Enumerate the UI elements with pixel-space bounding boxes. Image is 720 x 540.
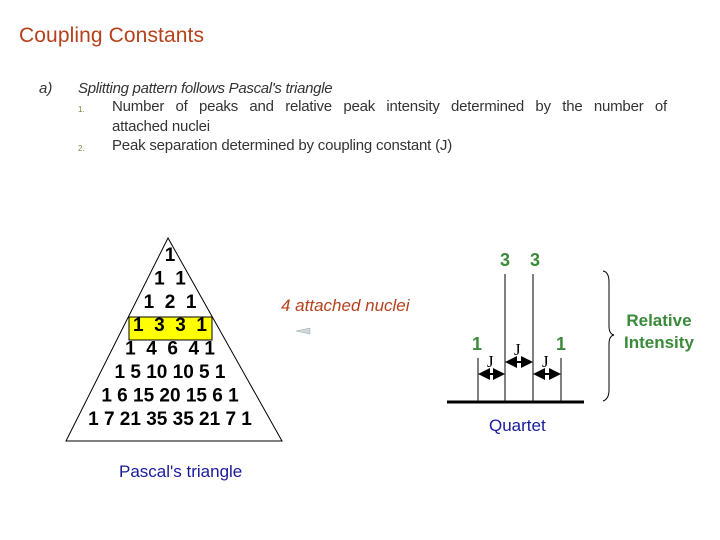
relative-intensity-line2: Intensity xyxy=(624,333,694,352)
relative-intensity-label: Relative Intensity xyxy=(624,310,694,354)
pointer-arrow-icon xyxy=(295,327,311,335)
pascal-row-5: 1 4 6 4 1 xyxy=(125,339,215,360)
j-label-2: J xyxy=(514,340,521,359)
pascal-row-3: 1 2 1 xyxy=(144,292,197,313)
j-label-3: J xyxy=(542,352,549,371)
pascal-row-1: 1 xyxy=(165,245,176,266)
peak-label-3: 3 xyxy=(530,250,540,270)
peak-label-4: 1 xyxy=(556,334,566,354)
pascal-row-6: 1 5 10 10 5 1 xyxy=(115,362,226,383)
pascal-caption: Pascal's triangle xyxy=(119,462,243,481)
quartet-caption: Quartet xyxy=(489,416,546,435)
pascal-row-8: 1 7 21 35 35 21 7 1 xyxy=(88,409,252,430)
relative-intensity-line1: Relative xyxy=(626,311,692,330)
peak-label-1: 1 xyxy=(472,334,482,354)
pascal-row-4: 1 3 3 1 xyxy=(133,315,207,336)
brace-icon xyxy=(602,270,615,402)
diagram-canvas: 11 11 2 11 3 3 11 4 6 4 11 5 10 10 5 11 … xyxy=(65,236,615,442)
peak-label-2: 3 xyxy=(500,250,510,270)
pascal-row-2: 1 1 xyxy=(154,268,186,289)
nuclei-annotation: 4 attached nuclei xyxy=(281,296,410,315)
j-label-1: J xyxy=(487,352,494,371)
pascal-row-7: 1 6 15 20 15 6 1 xyxy=(101,385,239,406)
